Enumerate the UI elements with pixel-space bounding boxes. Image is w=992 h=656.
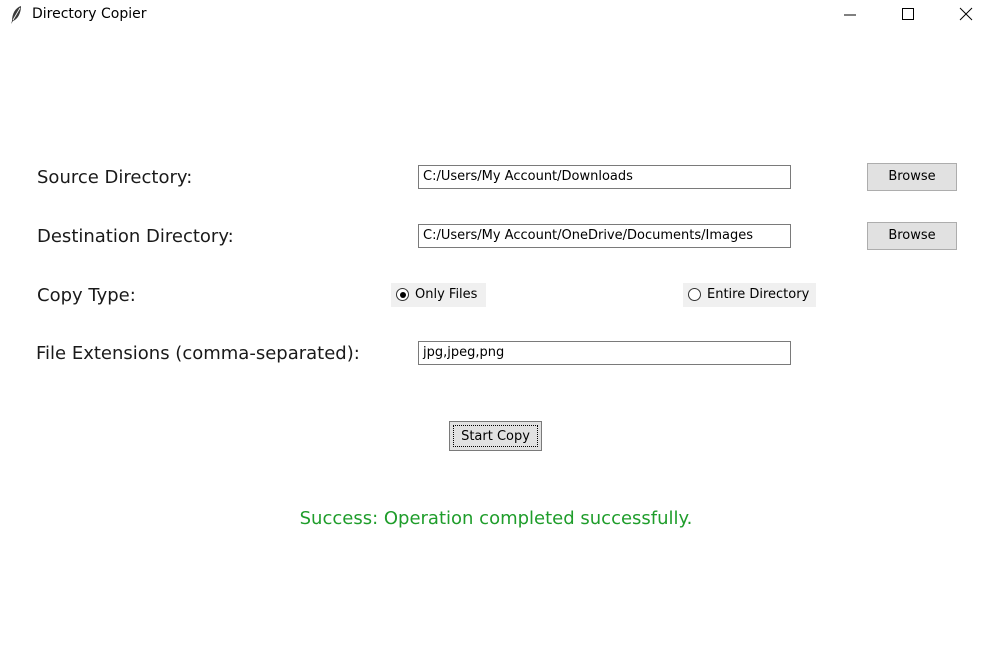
radio-only-files[interactable]: Only Files: [391, 283, 486, 307]
window-title: Directory Copier: [32, 6, 147, 22]
maximize-button[interactable]: [879, 0, 937, 30]
start-copy-button[interactable]: Start Copy: [449, 421, 542, 451]
source-directory-label: Source Directory:: [37, 167, 193, 188]
status-message: Success: Operation completed successfull…: [299, 508, 693, 529]
file-extensions-label: File Extensions (comma-separated):: [36, 343, 360, 364]
file-extensions-input[interactable]: jpg,jpeg,png: [418, 341, 791, 365]
feather-icon: [11, 6, 21, 24]
minimize-icon: [844, 14, 856, 16]
maximize-icon: [902, 8, 914, 20]
copy-type-label: Copy Type:: [37, 285, 136, 306]
radio-unselected-icon: [688, 288, 701, 301]
radio-selected-icon: [396, 288, 409, 301]
source-directory-input[interactable]: C:/Users/My Account/Downloads: [418, 165, 791, 189]
radio-only-files-label: Only Files: [415, 287, 478, 302]
close-button[interactable]: [937, 0, 992, 30]
source-browse-button[interactable]: Browse: [867, 163, 957, 191]
minimize-button[interactable]: [821, 0, 879, 30]
close-icon: [959, 7, 973, 21]
destination-directory-label: Destination Directory:: [37, 226, 234, 247]
title-bar: Directory Copier: [0, 0, 992, 30]
destination-directory-input[interactable]: C:/Users/My Account/OneDrive/Documents/I…: [418, 224, 791, 248]
destination-browse-button[interactable]: Browse: [867, 222, 957, 250]
radio-entire-directory-label: Entire Directory: [707, 287, 810, 302]
radio-entire-directory[interactable]: Entire Directory: [683, 283, 816, 307]
start-copy-label: Start Copy: [453, 425, 538, 447]
